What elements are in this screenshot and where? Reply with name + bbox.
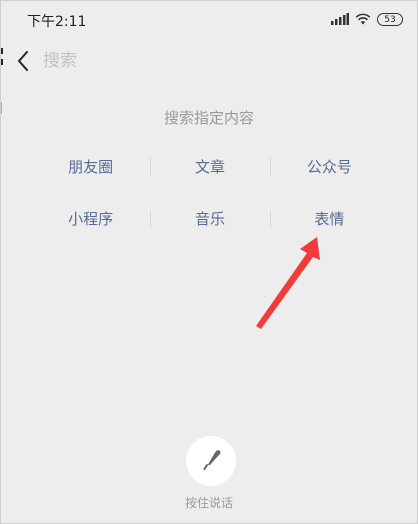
- category-moments[interactable]: 朋友圈: [31, 151, 150, 183]
- signal-icon: [331, 10, 349, 29]
- category-mini-programs[interactable]: 小程序: [31, 203, 150, 235]
- category-official-accounts[interactable]: 公众号: [269, 151, 389, 183]
- voice-input-button[interactable]: [186, 436, 236, 486]
- status-time: 下午2:11: [27, 14, 87, 30]
- voice-input-label: 按住说话: [184, 496, 233, 510]
- category-grid: 朋友圈 文章 公众号 小程序 音乐 表情: [31, 151, 389, 255]
- category-stickers[interactable]: 表情: [269, 203, 389, 235]
- battery-icon: 53: [377, 12, 403, 26]
- category-row: 小程序 音乐 表情: [31, 203, 389, 235]
- search-screen: 下午2:11 53 搜索 搜索指定内容 朋友圈 文章 公众号 小程序 音乐 表情…: [0, 0, 418, 524]
- chevron-left-icon: [13, 51, 33, 77]
- category-row: 朋友圈 文章 公众号: [31, 151, 389, 183]
- status-icons: 53: [331, 11, 403, 27]
- wifi-icon: [355, 10, 371, 29]
- microphone-icon: [200, 448, 222, 474]
- edge-mark: [1, 59, 3, 65]
- search-input[interactable]: [43, 47, 383, 75]
- edge-mark: [1, 48, 3, 54]
- search-bar: [1, 41, 417, 81]
- status-bar: 下午2:11 53: [1, 1, 417, 35]
- category-music[interactable]: 音乐: [150, 203, 269, 235]
- section-title: 搜索指定内容: [163, 109, 254, 127]
- back-button[interactable]: [13, 49, 33, 73]
- category-articles[interactable]: 文章: [150, 151, 269, 183]
